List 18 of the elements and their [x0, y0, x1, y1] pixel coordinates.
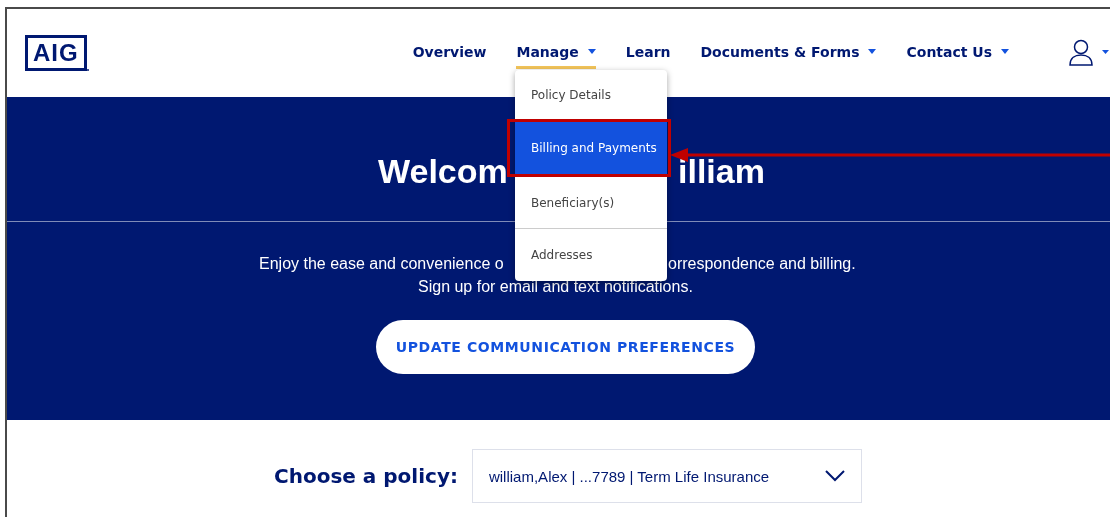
menu-item[interactable]: Policy Details	[515, 70, 667, 119]
intro-text: Sign up for email and text notifications.	[418, 278, 693, 296]
nav-link[interactable]: Learn	[625, 37, 671, 69]
user-icon[interactable]	[1069, 39, 1110, 67]
intro-text: orrespondence and billing.	[668, 255, 856, 273]
heading: illiam	[678, 152, 765, 190]
chevron-down-icon	[824, 470, 845, 482]
menu-item[interactable]: Billing and Payments	[515, 119, 667, 177]
policy-select[interactable]: william,Alex | ...7789 | Term Life Insurance	[471, 449, 862, 503]
nav-link[interactable]: Overview	[412, 37, 487, 69]
nav-link[interactable]: Documents & Forms	[700, 37, 877, 69]
policy-label: Choose a policy:	[274, 464, 458, 488]
update-preferences-button[interactable]: UPDATE COMMUNICATION PREFERENCES	[376, 320, 755, 374]
intro-text: Enjoy the ease and convenience o	[259, 255, 505, 273]
aig-logo[interactable]: AIG	[25, 35, 89, 71]
menu-item[interactable]: Addresses	[515, 229, 667, 281]
heading: Welcom	[378, 152, 509, 190]
nav-link[interactable]: Contact Us	[906, 37, 1010, 69]
